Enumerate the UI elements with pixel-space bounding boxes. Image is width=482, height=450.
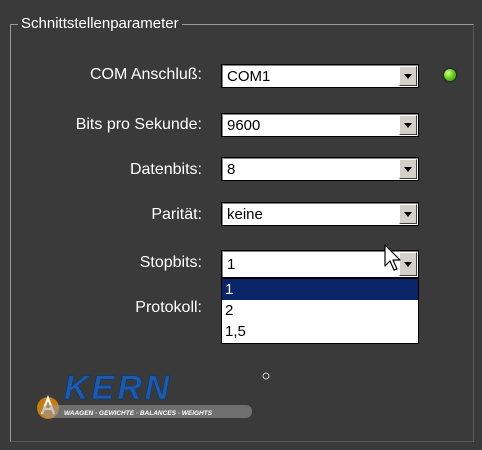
stop-bits-value: 1 (227, 256, 236, 273)
chevron-down-icon[interactable] (399, 204, 417, 224)
status-led-icon (444, 69, 456, 81)
chevron-down-icon[interactable] (399, 159, 417, 179)
logo-tagline: WAAGEN · GEWICHTE · BALANCES · WEIGHTS (64, 410, 213, 417)
chevron-down-icon[interactable] (399, 66, 417, 86)
parity-select[interactable]: keine (221, 202, 419, 226)
dropdown-option[interactable]: 1 (222, 279, 418, 300)
baud-rate-select[interactable]: 9600 (221, 113, 419, 137)
data-bits-label: Datenbits: (129, 161, 202, 178)
data-bits-select[interactable]: 8 (221, 157, 419, 181)
com-port-select[interactable]: COM1 (221, 64, 419, 88)
parity-value: keine (227, 206, 263, 223)
dropdown-option[interactable]: 1,5 (222, 321, 418, 342)
dropdown-option[interactable]: 2 (222, 300, 418, 321)
logo-brand: KERN (64, 369, 172, 407)
chevron-down-icon[interactable] (399, 115, 417, 135)
com-port-label: COM Anschluß: (89, 66, 202, 83)
stop-bits-dropdown-list: 1 2 1,5 (221, 278, 419, 344)
protocol-label: Protokoll: (135, 299, 202, 316)
baud-rate-value: 9600 (227, 117, 261, 134)
data-bits-value: 8 (227, 161, 236, 178)
parity-label: Parität: (151, 206, 202, 223)
stop-bits-label: Stopbits: (139, 254, 202, 271)
mouse-pointer-icon (384, 244, 401, 271)
com-port-value: COM1 (227, 68, 271, 85)
kern-logo: KERN WAAGEN · GEWICHTE · BALANCES · WEIG… (37, 369, 270, 419)
group-title: Schnittstellenparameter (18, 14, 182, 34)
baud-rate-label: Bits pro Sekunde: (75, 116, 202, 133)
